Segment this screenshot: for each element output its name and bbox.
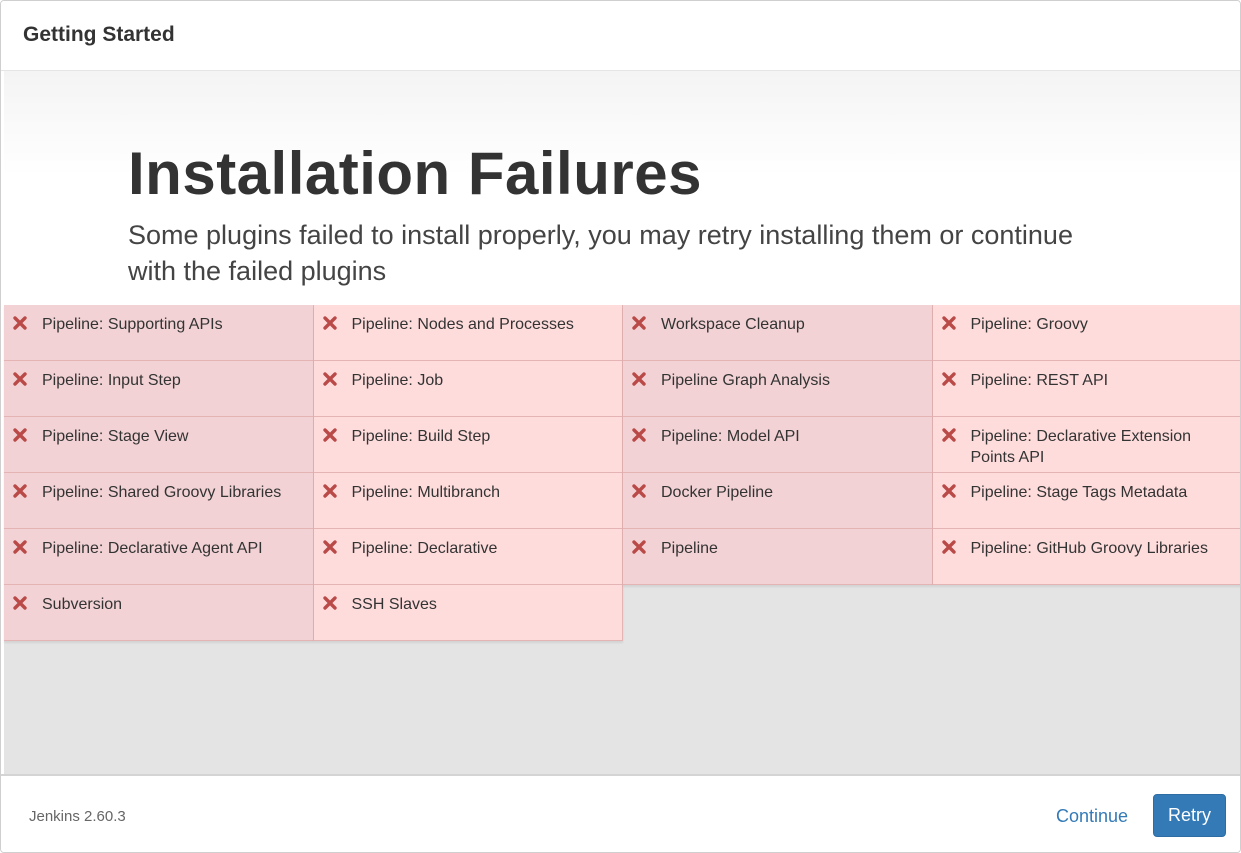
failed-plugin-item: Pipeline: Declarative: [313, 529, 623, 585]
plugin-name: SSH Slaves: [351, 596, 437, 613]
plugin-name: Pipeline: Groovy: [970, 316, 1088, 333]
failed-x-icon: [941, 372, 956, 386]
plugin-name: Pipeline: GitHub Groovy Libraries: [970, 540, 1208, 557]
failed-plugin-item: Pipeline: Shared Groovy Libraries: [4, 473, 314, 529]
plugin-name: Pipeline: [661, 540, 718, 557]
failed-plugin-item: Docker Pipeline: [623, 473, 933, 529]
plugin-name: Pipeline: Multibranch: [351, 484, 501, 501]
failed-x-icon: [322, 596, 337, 610]
plugin-name: Pipeline: Nodes and Processes: [351, 316, 574, 333]
failed-x-icon: [941, 428, 956, 442]
retry-button[interactable]: Retry: [1153, 794, 1226, 837]
failed-x-icon: [632, 372, 646, 386]
failed-plugin-item: Pipeline: Stage View: [4, 417, 314, 473]
plugin-column: Pipeline: Nodes and Processes Pipeline: J…: [313, 305, 623, 641]
failed-x-icon: [322, 484, 337, 498]
plugin-name: Pipeline Graph Analysis: [661, 372, 830, 389]
failed-x-icon: [13, 484, 27, 498]
plugin-column: Workspace Cleanup Pipeline Graph Analysis…: [623, 305, 933, 585]
plugin-column: Pipeline: Groovy Pipeline: REST API Pipeli…: [932, 305, 1240, 585]
failed-plugin-item: Pipeline: Build Step: [313, 417, 623, 473]
failed-x-icon: [941, 484, 956, 498]
continue-button[interactable]: Continue: [1047, 795, 1137, 837]
plugin-name: Pipeline: Build Step: [351, 428, 491, 445]
failed-plugin-item: Workspace Cleanup: [623, 305, 933, 361]
failed-x-icon: [632, 316, 646, 330]
failed-x-icon: [941, 540, 956, 554]
failed-plugin-item: Pipeline: REST API: [932, 361, 1240, 417]
failed-x-icon: [941, 316, 956, 330]
failed-plugin-item: Pipeline: [623, 529, 933, 585]
failed-plugin-item: Pipeline: GitHub Groovy Libraries: [932, 529, 1240, 585]
plugin-name: Pipeline: Stage Tags Metadata: [970, 484, 1188, 501]
failed-x-icon: [13, 316, 27, 330]
page-title: Installation Failures: [128, 140, 702, 207]
plugin-name: Pipeline: Supporting APIs: [42, 316, 223, 333]
failed-x-icon: [632, 484, 646, 498]
plugin-name: Pipeline: Stage View: [42, 428, 189, 445]
failed-x-icon: [322, 428, 337, 442]
failed-plugin-item: Pipeline: Declarative Extension Points A…: [932, 417, 1240, 473]
failed-x-icon: [632, 540, 646, 554]
plugin-name: Pipeline: Declarative Agent API: [42, 540, 263, 557]
setup-wizard-dialog: Getting Started Installation Failures So…: [0, 0, 1241, 853]
plugin-name: Pipeline: Model API: [661, 428, 800, 445]
plugin-column: Pipeline: Supporting APIs Pipeline: Input…: [4, 305, 314, 641]
plugin-name: Docker Pipeline: [661, 484, 774, 501]
failed-plugin-item: Pipeline: Groovy: [932, 305, 1240, 361]
failed-x-icon: [322, 372, 337, 386]
hero-section: Installation Failures Some plugins faile…: [4, 71, 1240, 305]
plugin-name: Pipeline: Declarative: [351, 540, 498, 557]
failed-x-icon: [13, 372, 27, 386]
failed-x-icon: [632, 428, 646, 442]
version-label: Jenkins 2.60.3: [29, 808, 126, 825]
failed-plugin-item: Subversion: [4, 585, 314, 641]
failed-plugin-item: Pipeline: Supporting APIs: [4, 305, 314, 361]
plugin-name: Workspace Cleanup: [661, 316, 805, 333]
failed-plugin-item: Pipeline: Job: [313, 361, 623, 417]
plugin-name: Pipeline: Declarative Extension Points A…: [970, 428, 1192, 466]
dialog-footer: Jenkins 2.60.3 Continue Retry: [1, 774, 1240, 852]
plugin-name: Pipeline: Job: [351, 372, 444, 389]
plugin-name: Pipeline: Input Step: [42, 372, 181, 389]
failed-plugin-item: SSH Slaves: [313, 585, 623, 641]
dialog-header: Getting Started: [1, 1, 1240, 71]
failed-x-icon: [13, 596, 27, 610]
failed-x-icon: [322, 316, 337, 330]
dialog-title: Getting Started: [23, 23, 175, 46]
failed-plugin-item: Pipeline: Input Step: [4, 361, 314, 417]
dialog-body: Installation Failures Some plugins faile…: [4, 71, 1240, 775]
plugin-name: Pipeline: Shared Groovy Libraries: [42, 484, 282, 501]
failed-plugin-item: Pipeline: Stage Tags Metadata: [932, 473, 1240, 529]
plugin-name: Subversion: [42, 596, 123, 613]
failed-plugin-item: Pipeline Graph Analysis: [623, 361, 933, 417]
failed-plugin-item: Pipeline: Nodes and Processes: [313, 305, 623, 361]
failed-plugin-item: Pipeline: Declarative Agent API: [4, 529, 314, 585]
failed-plugin-item: Pipeline: Model API: [623, 417, 933, 473]
plugin-name: Pipeline: REST API: [970, 372, 1109, 389]
failed-plugin-item: Pipeline: Multibranch: [313, 473, 623, 529]
failed-x-icon: [13, 540, 27, 554]
failed-x-icon: [13, 428, 27, 442]
page-subtitle: Some plugins failed to install properly,…: [128, 220, 1073, 286]
failed-x-icon: [322, 540, 337, 554]
